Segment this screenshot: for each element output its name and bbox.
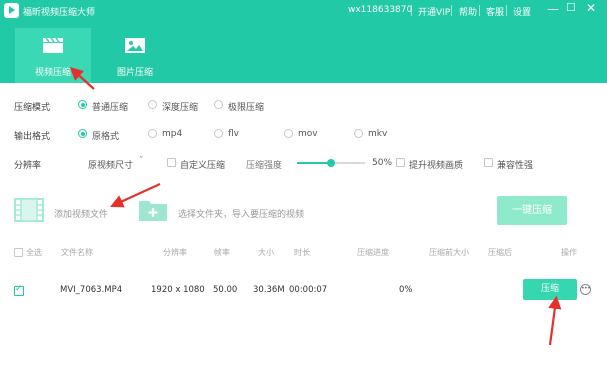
output-format-row: 输出格式 原格式 mp4 flv mov mkv — [14, 128, 594, 142]
strength-value: 50% — [372, 158, 393, 168]
radio-extreme-compress[interactable] — [214, 100, 223, 109]
radio-mp4[interactable] — [148, 129, 157, 138]
header-action: 操作 — [561, 248, 577, 257]
option-flv[interactable]: flv — [228, 129, 239, 139]
settings-link[interactable]: 设置 — [513, 5, 531, 18]
option-mov[interactable]: mov — [298, 129, 318, 139]
add-video-button[interactable]: 添加视频文件 — [54, 207, 108, 220]
resolution-select[interactable]: 原视频尺寸 — [88, 158, 133, 171]
header-fps: 帧率 — [214, 248, 230, 257]
resolution-label: 分辨率 — [14, 161, 42, 171]
tab-label: 视频压缩 — [34, 68, 71, 78]
header-progress: 压缩进度 — [357, 248, 389, 257]
cell-progress: 0% — [399, 285, 413, 295]
maximize-icon[interactable]: ☐ — [566, 1, 576, 14]
radio-normal-compress[interactable] — [78, 100, 87, 109]
radio-mkv[interactable] — [354, 129, 363, 138]
service-link[interactable]: 客服 — [486, 5, 504, 18]
option-mp4[interactable]: mp4 — [162, 129, 182, 139]
select-all-checkbox[interactable] — [14, 248, 23, 257]
option-mkv[interactable]: mkv — [368, 129, 387, 139]
strength-slider-handle[interactable] — [327, 159, 335, 167]
radio-flv[interactable] — [214, 129, 223, 138]
titlebar-divider — [479, 5, 480, 16]
tab-label: 图片压缩 — [116, 68, 153, 78]
strength-slider-fill — [297, 162, 331, 164]
app-header: 福昕视频压缩大师 wx118633870 开通VIP 帮助 客服 设置 — ☐ … — [0, 0, 607, 83]
annotation-arrow — [548, 295, 562, 346]
titlebar-divider — [451, 5, 452, 16]
title-bar: 福昕视频压缩大师 wx118633870 开通VIP 帮助 客服 设置 — ☐ … — [0, 0, 607, 22]
clapperboard-icon — [43, 37, 63, 53]
tab-video-compress[interactable]: 视频压缩 — [15, 28, 91, 83]
compress-mode-label: 压缩模式 — [14, 103, 51, 113]
more-options-icon[interactable]: ••• — [580, 284, 591, 295]
tab-image-compress[interactable]: 图片压缩 — [97, 28, 173, 83]
vip-link[interactable]: 开通VIP — [418, 5, 450, 18]
radio-original-format[interactable] — [78, 129, 87, 138]
option-deep-compress[interactable]: 深度压缩 — [162, 100, 198, 113]
file-table-header: 全选 文件名称 分辨率 帧率 大小 时长 压缩进度 压缩前大小 压缩后 操作 — [0, 244, 607, 262]
titlebar-divider — [506, 5, 507, 16]
image-icon — [125, 38, 145, 53]
minimize-icon[interactable]: — — [547, 2, 559, 16]
header-resolution: 分辨率 — [163, 248, 187, 257]
header-size: 大小 — [258, 248, 274, 257]
cell-file-name: MVI_7063.MP4 — [60, 285, 123, 295]
cell-fps: 50.00 — [213, 285, 238, 295]
add-video-icon[interactable] — [13, 197, 45, 223]
titlebar-divider — [411, 5, 412, 16]
header-select-all[interactable]: 全选 — [26, 247, 42, 258]
compress-mode-row: 压缩模式 普通压缩 深度压缩 极限压缩 — [14, 99, 594, 113]
custom-compress-label[interactable]: 自定义压缩 — [180, 158, 225, 171]
option-original-format[interactable]: 原格式 — [92, 129, 119, 142]
add-folder-button[interactable]: 选择文件夹，导入要压缩的视频 — [178, 207, 304, 220]
add-folder-icon[interactable] — [138, 198, 168, 222]
custom-compress-checkbox[interactable] — [167, 158, 176, 167]
compress-all-button[interactable]: 一键压缩 — [497, 196, 567, 225]
close-icon[interactable]: ✕ — [586, 1, 596, 15]
cell-size: 30.36M — [253, 285, 285, 295]
enhance-quality-label[interactable]: 提升视频画质 — [409, 158, 463, 171]
app-logo-icon — [4, 3, 19, 18]
strength-slider[interactable] — [297, 159, 365, 167]
option-normal-compress[interactable]: 普通压缩 — [92, 100, 128, 113]
strength-label: 压缩强度 — [246, 161, 283, 171]
header-size-after: 压缩后 — [488, 248, 512, 257]
compatibility-label[interactable]: 兼容性强 — [497, 158, 533, 171]
output-format-label: 输出格式 — [14, 132, 51, 142]
header-size-before: 压缩前大小 — [429, 248, 469, 257]
option-extreme-compress[interactable]: 极限压缩 — [228, 100, 264, 113]
app-title: 福昕视频压缩大师 — [23, 8, 96, 18]
user-account[interactable]: wx118633870 — [348, 5, 412, 15]
cell-duration: 00:00:07 — [289, 285, 328, 295]
dropdown-caret-icon[interactable]: ˅ — [139, 156, 144, 166]
help-link[interactable]: 帮助 — [459, 5, 477, 18]
row-checkbox[interactable] — [14, 284, 24, 296]
compatibility-checkbox[interactable] — [484, 158, 493, 167]
cell-resolution: 1920 x 1080 — [151, 285, 205, 295]
row-compress-button[interactable]: 压缩 — [523, 279, 577, 300]
header-duration: 时长 — [294, 248, 310, 257]
radio-deep-compress[interactable] — [148, 100, 157, 109]
enhance-quality-checkbox[interactable] — [396, 158, 405, 167]
radio-mov[interactable] — [284, 129, 293, 138]
resolution-row: 分辨率 原视频尺寸 ˅ 自定义压缩 压缩强度 50% 提升视频画质 兼容性强 — [14, 156, 594, 171]
header-file-name: 文件名称 — [61, 248, 93, 257]
